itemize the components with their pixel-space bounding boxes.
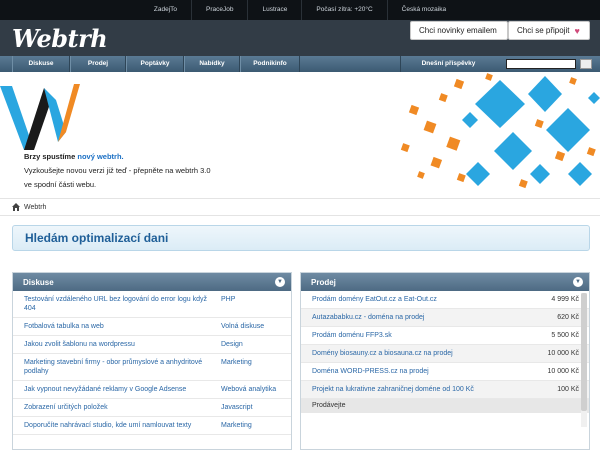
nav-item-poptavky[interactable]: Poptávky [126,56,184,72]
sale-item[interactable]: Projekt na lukrativne zahraničnej doméne… [301,381,519,398]
page-title: Hledám optimalizací dani [12,225,590,251]
discussion-category[interactable]: Javascript [213,399,291,416]
site-header: Webtrh Chci novinky emailem Chci se přip… [0,20,600,56]
discussion-topic[interactable]: Marketing stavební firmy - obor průmyslo… [13,354,213,380]
discussion-category[interactable]: Marketing [213,354,291,380]
banner-new-webtrh-link[interactable]: nový webtrh. [77,152,123,161]
discussion-topic[interactable]: Jak vypnout nevyžádané reklamy v Google … [13,381,213,398]
topbar-link-lustrace[interactable]: Lustrace [248,0,303,20]
sale-panel-footer[interactable]: Prodávejte [301,399,589,413]
table-row[interactable]: Doména WORD-PRESS.cz na prodej 10 000 Kč [301,363,589,381]
topbar-link-weather[interactable]: Počasí zítra: +20°C [302,0,388,20]
sale-price: 4 999 Kč [551,296,579,303]
discussion-category[interactable]: Volná diskuse [213,318,291,335]
sale-panel-header: Prodej ▼ [301,273,589,291]
table-row[interactable]: Marketing stavební firmy - obor průmyslo… [13,354,291,381]
newsletter-button[interactable]: Chci novinky emailem [410,21,508,40]
sale-list: Prodám domény EatOut.cz a Eat-Out.cz 4 9… [301,291,589,399]
sale-item[interactable]: Prodám domény EatOut.cz a Eat-Out.cz [301,291,519,308]
search-input[interactable] [506,59,576,69]
banner-message: Brzy spustíme nový webtrh. Vyzkoušejte n… [24,150,214,192]
topbar-link-pracejob[interactable]: PraceJob [192,0,249,20]
nav-item-prodej[interactable]: Prodej [70,56,126,72]
sale-item[interactable]: Prodám doménu FFP3.sk [301,327,519,344]
sale-price: 10 000 Kč [547,350,579,357]
search-button[interactable] [580,59,592,69]
site-logo[interactable]: Webtrh [12,24,108,53]
discussion-topic[interactable]: Testování vzdáleného URL bez logování do… [13,291,213,317]
join-button[interactable]: Chci se připojit ♥ [508,21,590,40]
breadcrumb: Webtrh [0,198,600,216]
collapse-toggle-icon[interactable]: ▼ [573,277,583,287]
table-row[interactable]: Testování vzdáleného URL bez logování do… [13,291,291,318]
collapse-toggle-icon[interactable]: ▼ [275,277,285,287]
discussion-category[interactable]: Webová analytika [213,381,291,398]
sale-list-scrollbar[interactable] [581,293,587,427]
discussion-panel-header: Diskuse ▼ [13,273,291,291]
nav-item-podnikinfo[interactable]: Podnikinfo [240,56,300,72]
discussion-panel-title: Diskuse [23,277,54,287]
table-row[interactable]: Prodám domény EatOut.cz a Eat-Out.cz 4 9… [301,291,589,309]
banner-description: Vyzkoušejte novou verzi již teď - přepně… [24,166,211,189]
table-row[interactable]: Prodám doménu FFP3.sk 5 500 Kč [301,327,589,345]
sale-price: 100 Kč [557,386,579,393]
discussion-topic[interactable]: Jakou zvolit šablonu na wordpressu [13,336,213,353]
home-icon[interactable] [12,203,20,211]
topbar-link-zadejto[interactable]: ZadejTo [140,0,193,20]
discussion-category[interactable]: Design [213,336,291,353]
table-row[interactable]: Fotbalová tabulka na web Volná diskuse [13,318,291,336]
nav-item-today-posts[interactable]: Dnešní příspěvky [400,56,496,72]
sale-item[interactable]: Autazababku.cz - doména na prodej [301,309,519,326]
scrollbar-thumb[interactable] [581,293,587,411]
discussion-category[interactable]: Marketing [213,417,291,434]
table-row[interactable]: Doporučíte nahrávací studio, kde umí nam… [13,417,291,435]
main-nav: Diskuse Prodej Poptávky Nabídky Podnikin… [0,56,600,72]
page-title-text: Hledám optimalizací dani [25,231,169,245]
banner-headline: Brzy spustíme nový webtrh. [24,150,214,164]
discussion-topic[interactable]: Doporučíte nahrávací studio, kde umí nam… [13,417,213,434]
table-row[interactable]: Domény biosauny.cz a biosauna.cz na prod… [301,345,589,363]
sale-panel-title: Prodej [311,277,336,287]
newsletter-button-label: Chci novinky emailem [419,26,497,35]
sale-price: 5 500 Kč [551,332,579,339]
promo-banner: Brzy spustíme nový webtrh. Vyzkoušejte n… [0,72,600,194]
discussion-topic[interactable]: Fotbalová tabulka na web [13,318,213,335]
heart-icon: ♥ [574,25,580,36]
breadcrumb-home-link[interactable]: Webtrh [24,204,46,211]
nav-item-nabidky[interactable]: Nabídky [184,56,240,72]
discussion-panel: Diskuse ▼ Testování vzdáleného URL bez l… [12,272,292,450]
table-row[interactable]: Zobrazení určitých položek Javascript [13,399,291,417]
join-button-label: Chci se připojit [517,26,570,35]
sale-price: 620 Kč [557,314,579,321]
topbar-link-ceska-mozaika[interactable]: Česká mozaika [388,0,460,20]
discussion-category[interactable]: PHP [213,291,291,317]
sale-item[interactable]: Domény biosauny.cz a biosauna.cz na prod… [301,345,519,362]
w-logo-stroke-4 [58,84,80,142]
table-row[interactable]: Projekt na lukrativne zahraničnej doméne… [301,381,589,399]
top-links-bar: ZadejTo PraceJob Lustrace Počasí zítra: … [0,0,600,20]
banner-headline-text: Brzy spustíme [24,152,78,161]
table-row[interactable]: Jak vypnout nevyžádané reklamy v Google … [13,381,291,399]
nav-item-diskuse[interactable]: Diskuse [12,56,70,72]
sale-panel: Prodej ▼ Prodám domény EatOut.cz a Eat-O… [300,272,590,450]
sale-item[interactable]: Doména WORD-PRESS.cz na prodej [301,363,519,380]
table-row[interactable]: Jakou zvolit šablonu na wordpressu Desig… [13,336,291,354]
decorative-diamonds [400,73,600,189]
discussion-topic[interactable]: Zobrazení určitých položek [13,399,213,416]
sale-price: 10 000 Kč [547,368,579,375]
table-row[interactable]: Autazababku.cz - doména na prodej 620 Kč [301,309,589,327]
